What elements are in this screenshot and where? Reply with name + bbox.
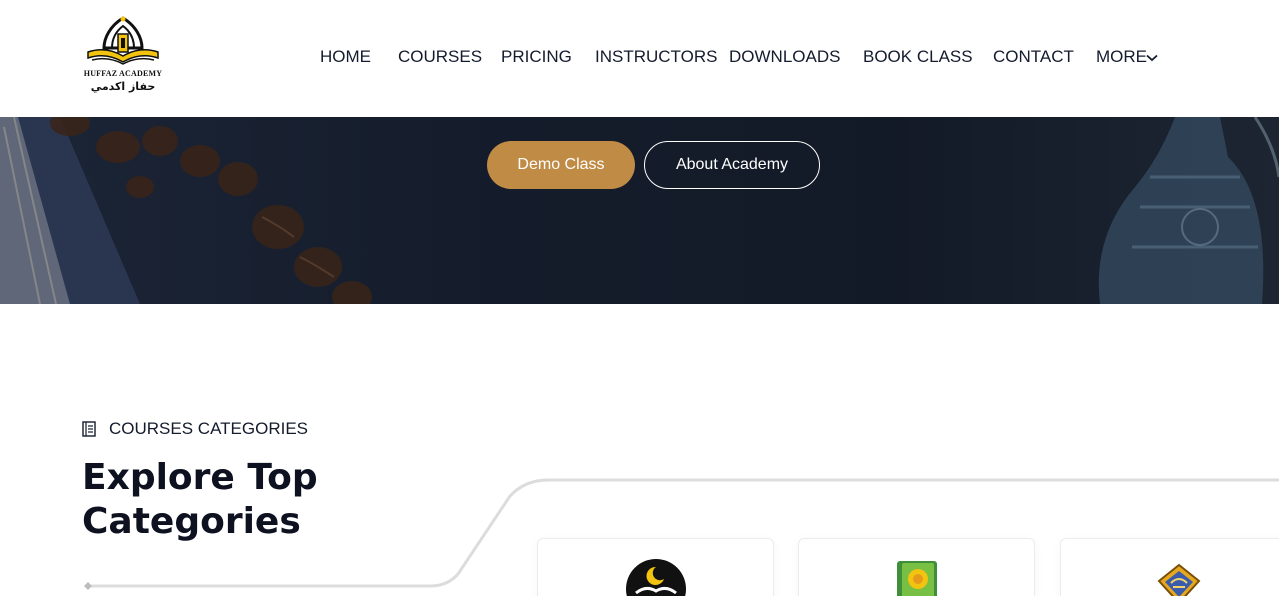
nav-home[interactable]: HOME xyxy=(320,47,371,67)
nav-more-label: MORE xyxy=(1096,47,1147,66)
logo-arabic-name: حفاز اكدمي xyxy=(90,80,156,93)
hero-banner: Demo Class About Academy xyxy=(0,117,1279,304)
logo-name: HUFFAZ ACADEMY xyxy=(83,69,163,78)
demo-class-button[interactable]: Demo Class xyxy=(487,141,635,189)
quran-book-icon xyxy=(896,561,937,596)
quran-moon-icon xyxy=(625,559,686,596)
about-academy-button[interactable]: About Academy xyxy=(644,141,820,189)
category-card-1[interactable] xyxy=(537,538,774,596)
calligraphy-emblem-icon xyxy=(1157,563,1200,596)
nav-contact[interactable]: CONTACT xyxy=(993,47,1074,67)
nav-book-class[interactable]: BOOK CLASS xyxy=(863,47,973,67)
category-card-3[interactable] xyxy=(1060,538,1279,596)
category-card-2[interactable] xyxy=(798,538,1035,596)
book-icon xyxy=(82,421,96,437)
hero-background-image xyxy=(0,117,1279,304)
nav-instructors[interactable]: INSTRUCTORS xyxy=(595,47,717,67)
site-header: HUFFAZ ACADEMY حفاز اكدمي HOME COURSES P… xyxy=(0,0,1279,117)
nav-downloads[interactable]: DOWNLOADS xyxy=(729,47,840,67)
site-logo[interactable]: HUFFAZ ACADEMY حفاز اكدمي xyxy=(82,14,164,96)
categories-eyebrow-label: COURSES CATEGORIES xyxy=(109,419,308,438)
nav-courses[interactable]: COURSES xyxy=(398,47,482,67)
mosque-logo-icon xyxy=(87,16,159,65)
nav-more[interactable]: MORE xyxy=(1096,47,1162,69)
nav-pricing[interactable]: PRICING xyxy=(501,47,572,67)
chevron-down-icon xyxy=(1146,54,1158,62)
